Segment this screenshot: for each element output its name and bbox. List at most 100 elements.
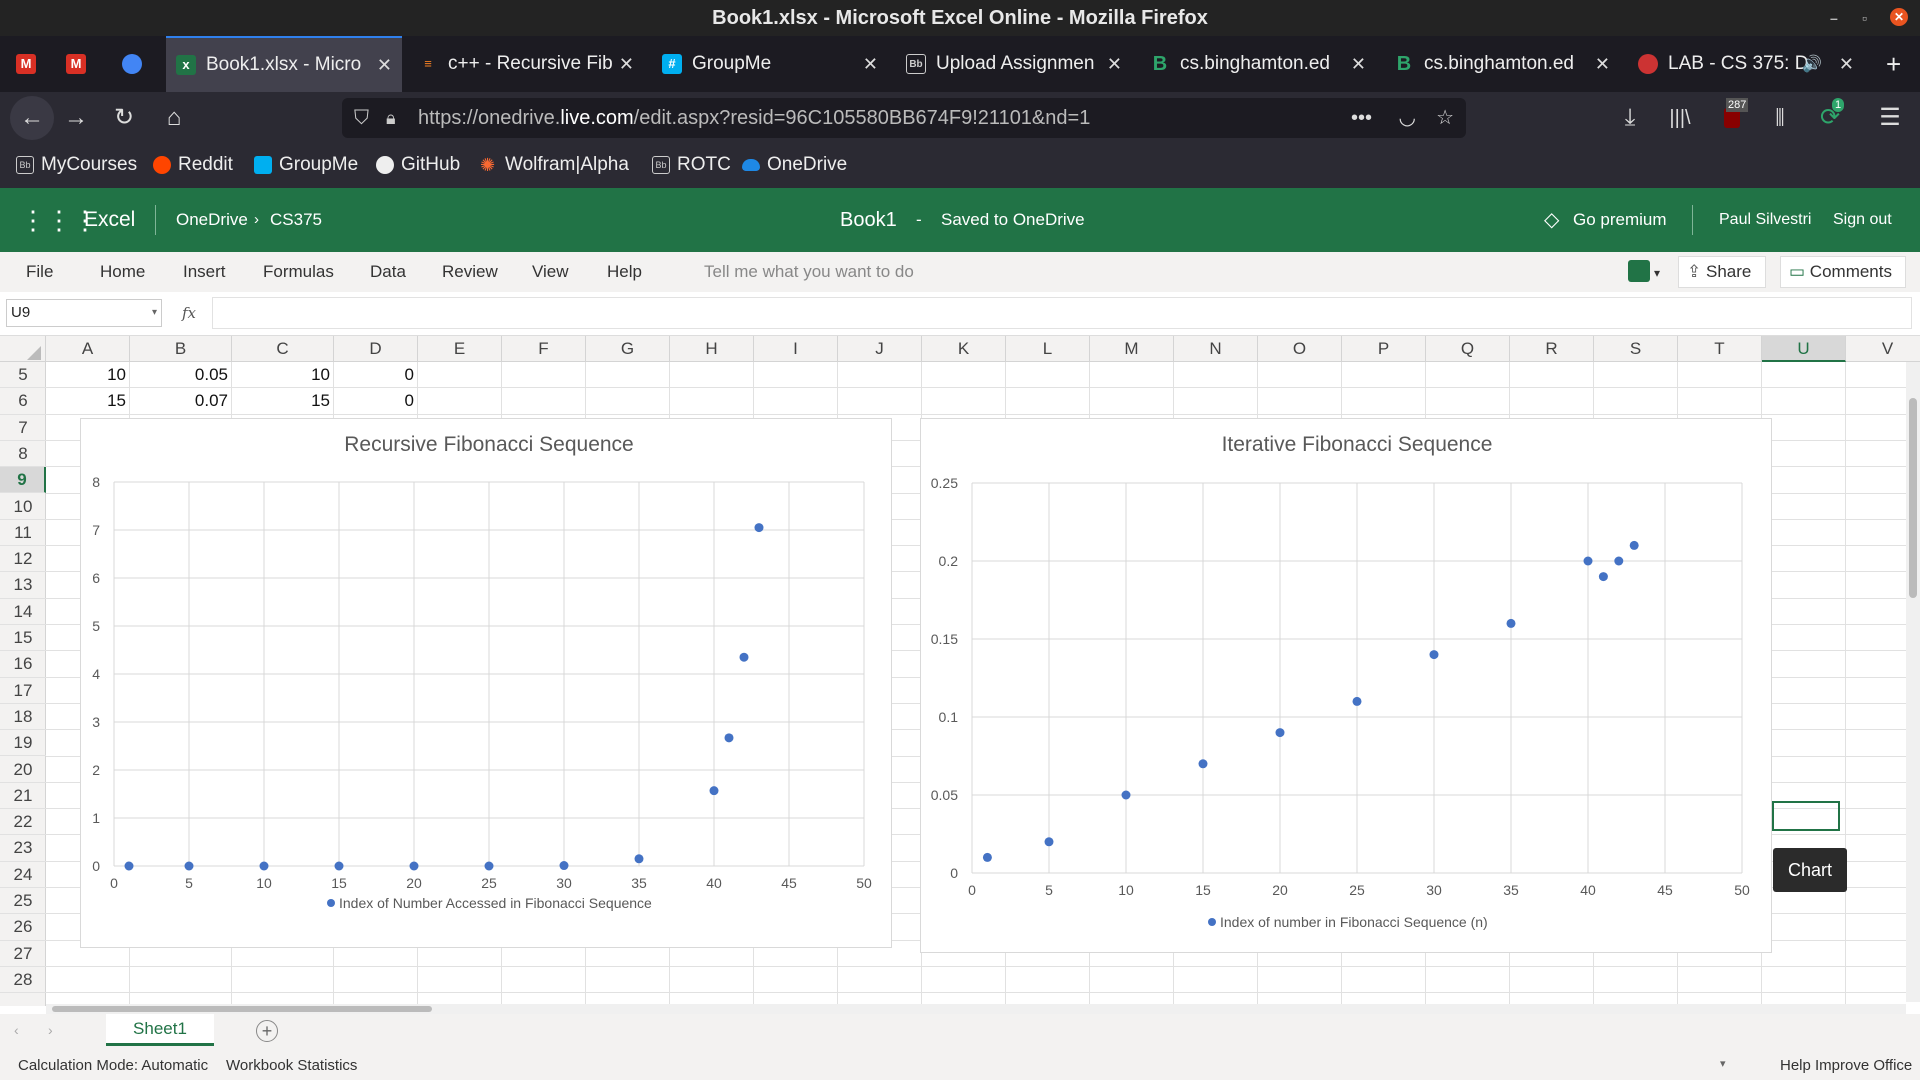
tab-help[interactable]: Help (607, 262, 642, 282)
column-header[interactable]: U (1762, 336, 1846, 362)
tab-data[interactable]: Data (370, 262, 406, 282)
cell[interactable]: 15 (232, 388, 334, 414)
tab-gmail-2[interactable]: M (56, 36, 100, 92)
tab-insert[interactable]: Insert (183, 262, 226, 282)
tab-binghamton-1[interactable]: Bcs.binghamton.ed ✕ (1140, 36, 1376, 92)
close-tab-icon[interactable]: ✕ (863, 54, 878, 75)
bookmark-mycourses[interactable]: Bb MyCourses (16, 154, 137, 176)
row-header[interactable]: 18 (0, 704, 46, 731)
tell-me-search[interactable]: Tell me what you want to do (704, 262, 914, 282)
data-point[interactable] (634, 854, 644, 864)
data-point[interactable] (754, 523, 764, 533)
bookmark-reddit[interactable]: Reddit (153, 154, 233, 176)
data-point[interactable] (1121, 790, 1131, 800)
column-header[interactable]: E (418, 336, 502, 362)
forward-icon[interactable]: → (60, 102, 92, 134)
speaker-icon[interactable]: 🔊 (1802, 54, 1822, 74)
data-point[interactable] (724, 733, 734, 743)
column-header[interactable]: L (1006, 336, 1090, 362)
select-all-corner[interactable] (0, 336, 46, 362)
data-point[interactable] (1429, 650, 1439, 660)
vertical-scroll-thumb[interactable] (1909, 398, 1917, 598)
cell[interactable]: 10 (46, 362, 130, 388)
data-point[interactable] (184, 861, 194, 871)
cell[interactable]: 0 (334, 362, 418, 388)
user-name[interactable]: Paul Silvestri (1719, 188, 1811, 252)
tab-formulas[interactable]: Formulas (263, 262, 334, 282)
tab-view[interactable]: View (532, 262, 569, 282)
insert-function-icon[interactable]: fx (174, 299, 204, 327)
chevron-down-icon[interactable]: ▾ (152, 300, 157, 326)
row-header[interactable]: 21 (0, 783, 46, 810)
column-header[interactable]: M (1090, 336, 1174, 362)
data-point[interactable] (709, 786, 719, 796)
data-point[interactable] (1506, 618, 1516, 628)
next-sheet-icon[interactable]: › (48, 1022, 53, 1038)
column-header[interactable]: A (46, 336, 130, 362)
close-tab-icon[interactable]: ✕ (1839, 54, 1854, 75)
close-tab-icon[interactable]: ✕ (1351, 54, 1366, 75)
download-icon[interactable]: ⤓ (1614, 102, 1646, 134)
row-header[interactable]: 22 (0, 809, 46, 836)
chevron-down-icon[interactable]: ▾ (1720, 1057, 1726, 1070)
column-header[interactable]: G (586, 336, 670, 362)
data-point[interactable] (1614, 556, 1624, 566)
comments-button[interactable]: ▭ Comments (1780, 256, 1906, 288)
row-header[interactable]: 28 (0, 967, 46, 994)
home-icon[interactable]: ⌂ (158, 102, 190, 134)
url-bar[interactable]: ⛉ 🔒︎ https://onedrive.live.com/edit.aspx… (342, 98, 1466, 138)
extension-icon[interactable]: ⫼ (1764, 102, 1796, 134)
maximize-icon[interactable]: ▫ (1862, 0, 1867, 36)
close-tab-icon[interactable]: ✕ (377, 55, 392, 76)
selected-cell[interactable] (1772, 801, 1840, 831)
row-header[interactable]: 6 (0, 388, 46, 415)
name-box[interactable]: U9 ▾ (6, 299, 162, 327)
recursive-chart[interactable]: Recursive Fibonacci Sequence 0 5 10 15 20 25 30… (80, 418, 892, 948)
data-point[interactable] (484, 861, 494, 871)
data-point[interactable] (1629, 540, 1639, 550)
column-header[interactable]: B (130, 336, 232, 362)
data-point[interactable] (124, 861, 134, 871)
cell[interactable]: 0.07 (130, 388, 232, 414)
data-point[interactable] (559, 861, 569, 871)
row-header[interactable]: 26 (0, 914, 46, 941)
tab-blackboard[interactable]: Bb Upload Assignmen ✕ (896, 36, 1132, 92)
data-point[interactable] (409, 861, 419, 871)
page-actions-icon[interactable]: ••• (1351, 98, 1372, 138)
pocket-icon[interactable]: ◡ (1399, 98, 1416, 138)
data-point[interactable] (982, 852, 992, 862)
data-point[interactable] (1198, 759, 1208, 769)
help-improve-office[interactable]: Help Improve Office (1780, 1057, 1912, 1074)
close-tab-icon[interactable]: ✕ (1107, 54, 1122, 75)
bookmark-onedrive[interactable]: OneDrive (742, 154, 847, 176)
minimize-icon[interactable]: – (1830, 0, 1838, 36)
row-header[interactable]: 14 (0, 599, 46, 625)
data-point[interactable] (259, 861, 269, 871)
bookmark-star-icon[interactable]: ☆ (1436, 98, 1454, 138)
data-point[interactable] (334, 861, 344, 871)
tab-meet[interactable] (112, 36, 156, 92)
close-tab-icon[interactable]: ✕ (1595, 54, 1610, 75)
bookmark-wolfram[interactable]: ✺ Wolfram|Alpha (480, 154, 629, 176)
row-header[interactable]: 24 (0, 862, 46, 888)
cell[interactable]: 10 (232, 362, 334, 388)
tab-excel[interactable]: x Book1.xlsx - Micro ✕ (166, 36, 402, 92)
row-header[interactable]: 10 (0, 494, 46, 520)
menu-icon[interactable]: ☰ (1874, 102, 1906, 134)
row-header[interactable]: 11 (0, 520, 46, 547)
row-header[interactable]: 7 (0, 415, 46, 441)
go-premium-link[interactable]: Go premium (1573, 188, 1667, 252)
column-header[interactable]: K (922, 336, 1006, 362)
column-header[interactable]: R (1510, 336, 1594, 362)
row-header[interactable]: 25 (0, 888, 46, 915)
column-header[interactable]: O (1258, 336, 1342, 362)
tab-gmail-1[interactable]: M (6, 36, 50, 92)
breadcrumb-onedrive[interactable]: OneDrive (176, 188, 248, 252)
workbook-statistics[interactable]: Workbook Statistics (226, 1057, 357, 1074)
editor-avatar-icon[interactable] (1628, 260, 1650, 282)
bookmark-groupme[interactable]: GroupMe (254, 154, 358, 176)
app-name[interactable]: Excel (84, 188, 135, 252)
breadcrumb-folder[interactable]: CS375 (270, 188, 322, 252)
cell[interactable]: 0 (334, 388, 418, 414)
row-header[interactable]: 15 (0, 625, 46, 652)
